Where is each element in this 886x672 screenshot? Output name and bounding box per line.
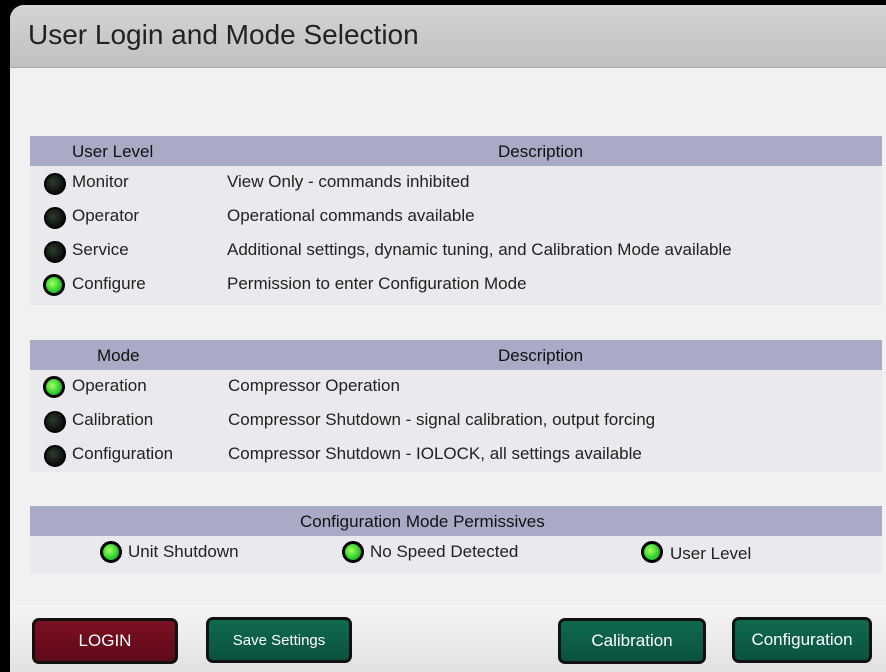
mode-label: Operation xyxy=(72,376,147,395)
configure-status-indicator xyxy=(43,274,65,296)
mode-description: Compressor Shutdown - IOLOCK, all settin… xyxy=(228,444,642,463)
user-level-row-service[interactable]: Service Additional settings, dynamic tun… xyxy=(30,234,882,268)
permissives-panel: Configuration Mode Permissives Unit Shut… xyxy=(30,506,882,574)
user-level-panel: User Level Description Monitor View Only… xyxy=(30,136,882,305)
permissives-row: Unit Shutdown No Speed Detected User Lev… xyxy=(30,536,882,576)
mode-header: Mode Description xyxy=(30,340,882,370)
user-level-permissive-indicator xyxy=(641,541,663,563)
mode-row-calibration[interactable]: Calibration Compressor Shutdown - signal… xyxy=(30,404,882,438)
configuration-button[interactable]: Configuration xyxy=(732,617,872,663)
unit-shutdown-indicator xyxy=(100,541,122,563)
no-speed-detected-indicator xyxy=(342,541,364,563)
calibration-status-indicator xyxy=(44,411,66,433)
configuration-status-indicator xyxy=(44,445,66,467)
login-button[interactable]: LOGIN xyxy=(32,618,178,664)
user-level-description: View Only - commands inhibited xyxy=(227,172,470,191)
user-level-description: Additional settings, dynamic tuning, and… xyxy=(227,240,732,259)
description-column-header: Description xyxy=(498,142,584,161)
user-level-column-header: User Level xyxy=(72,142,154,161)
user-level-permissive-label: User Level xyxy=(670,544,752,563)
save-settings-button[interactable]: Save Settings xyxy=(206,617,352,663)
user-level-label: Monitor xyxy=(72,172,129,191)
user-level-description: Operational commands available xyxy=(227,206,475,225)
mode-description: Compressor Operation xyxy=(228,376,400,395)
permissives-title: Configuration Mode Permissives xyxy=(300,512,545,531)
user-level-header: User Level Description xyxy=(30,136,882,166)
mode-panel: Mode Description Operation Compressor Op… xyxy=(30,340,882,472)
operator-status-indicator xyxy=(44,207,66,229)
title-bar: User Login and Mode Selection xyxy=(10,5,886,68)
mode-label: Calibration xyxy=(72,410,154,429)
user-level-row-operator[interactable]: Operator Operational commands available xyxy=(30,200,882,234)
user-level-label: Configure xyxy=(72,274,146,293)
monitor-status-indicator xyxy=(44,173,66,195)
permissives-header: Configuration Mode Permissives xyxy=(30,506,882,536)
footer-bar: LOGIN Save Settings Calibration Configur… xyxy=(10,605,886,672)
mode-row-configuration[interactable]: Configuration Compressor Shutdown - IOLO… xyxy=(30,438,882,472)
description-column-header: Description xyxy=(498,346,584,365)
main-window: User Login and Mode Selection User Level… xyxy=(10,5,886,672)
mode-label: Configuration xyxy=(72,444,174,463)
unit-shutdown-label: Unit Shutdown xyxy=(128,542,239,561)
calibration-button[interactable]: Calibration xyxy=(558,618,706,664)
user-level-label: Operator xyxy=(72,206,140,225)
mode-description: Compressor Shutdown - signal calibration… xyxy=(228,410,656,429)
user-level-row-monitor[interactable]: Monitor View Only - commands inhibited xyxy=(30,166,882,200)
user-level-label: Service xyxy=(72,240,129,259)
user-level-row-configure[interactable]: Configure Permission to enter Configurat… xyxy=(30,268,882,302)
no-speed-detected-label: No Speed Detected xyxy=(370,542,519,561)
mode-column-header: Mode xyxy=(97,346,140,365)
operation-status-indicator xyxy=(43,376,65,398)
mode-row-operation[interactable]: Operation Compressor Operation xyxy=(30,370,882,404)
user-level-description: Permission to enter Configuration Mode xyxy=(227,274,527,293)
service-status-indicator xyxy=(44,241,66,263)
page-title: User Login and Mode Selection xyxy=(28,19,419,50)
